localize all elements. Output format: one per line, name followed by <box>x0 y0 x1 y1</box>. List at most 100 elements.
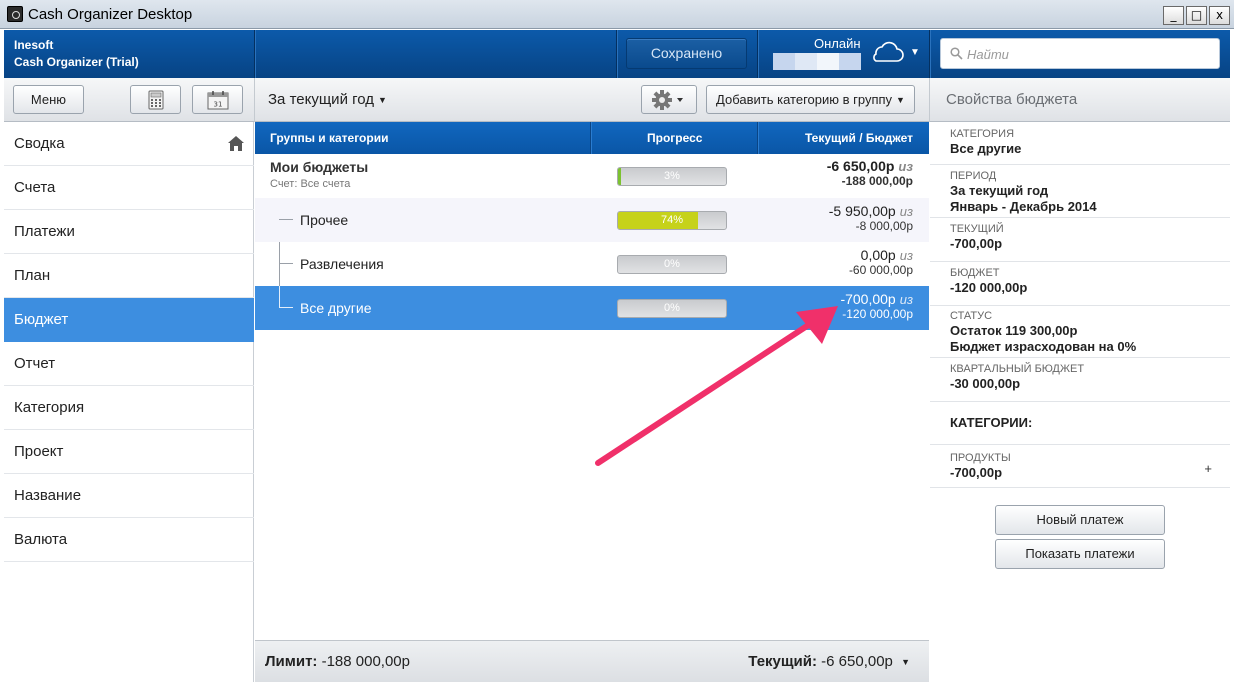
saved-button[interactable]: Сохранено <box>626 38 747 69</box>
property-label: ПЕРИОД <box>950 170 997 182</box>
column-header-current-budget[interactable]: Текущий / Бюджет <box>805 131 913 145</box>
current-summary[interactable]: Текущий: -6 650,00р ▼ <box>748 653 910 670</box>
sidebar-item-label: Отчет <box>14 355 56 372</box>
budget-properties-panel: КАТЕГОРИЯ Все другие ПЕРИОД За текущий г… <box>930 122 1230 682</box>
toolbar-divider <box>929 78 930 122</box>
amount-cell: -700,00р из -120 000,00р <box>840 291 913 321</box>
progress-bar: 74% <box>617 211 727 230</box>
sidebar-item-payments[interactable]: Платежи <box>4 210 254 254</box>
property-value: -700,00р <box>950 465 1003 480</box>
property-value: -700,00р <box>950 236 1003 251</box>
property-budget: БЮДЖЕТ -120 000,00р <box>930 262 1230 306</box>
property-value: -120 000,00р <box>950 280 1028 295</box>
group-subtitle: Счет: Все счета <box>270 178 351 190</box>
sidebar-item-payee[interactable]: Название <box>4 474 254 518</box>
progress-label: 74% <box>660 214 684 226</box>
company-name: Inesoft <box>14 38 54 52</box>
calculator-button[interactable] <box>130 85 181 114</box>
sidebar-item-label: План <box>14 267 51 284</box>
app-header: Inesoft Cash Organizer (Trial) Сохранено… <box>4 30 1230 78</box>
of-word: из <box>899 248 913 263</box>
current-amount: 0,00р из <box>849 247 913 263</box>
sidebar-item-summary[interactable]: Сводка <box>4 122 254 166</box>
show-payments-button[interactable]: Показать платежи <box>995 539 1165 569</box>
property-label: ТЕКУЩИЙ <box>950 223 1004 235</box>
minimize-button[interactable]: _ <box>1163 6 1184 25</box>
annotation-arrow-icon <box>595 306 838 466</box>
menu-button[interactable]: Меню <box>13 85 84 114</box>
search-icon <box>950 47 963 60</box>
column-header-groups[interactable]: Группы и категории <box>270 131 388 145</box>
property-value: Остаток 119 300,00р <box>950 323 1078 338</box>
period-dropdown[interactable]: За текущий год ▼ <box>268 91 387 108</box>
sidebar-item-currency[interactable]: Валюта <box>4 518 254 562</box>
sidebar-item-label: Бюджет <box>14 311 69 328</box>
property-value: За текущий год <box>950 183 1049 198</box>
progress-bar: 3% <box>617 167 727 186</box>
current-value: -5 950,00р <box>828 203 896 219</box>
svg-text:31: 31 <box>213 101 222 109</box>
toolbar-divider <box>254 78 255 122</box>
close-button[interactable]: x <box>1209 6 1230 25</box>
sidebar-item-category[interactable]: Категория <box>4 386 254 430</box>
window-titlebar: Cash Organizer Desktop _ □ x <box>0 0 1234 29</box>
limit-label: Лимит: <box>265 653 318 670</box>
settings-button[interactable] <box>641 85 697 114</box>
cloud-icon[interactable] <box>868 40 904 64</box>
category-name: Все другие <box>300 300 372 316</box>
sidebar-item-label: Категория <box>14 399 85 416</box>
window-title: Cash Organizer Desktop <box>28 6 193 23</box>
brand: Inesoft Cash Organizer (Trial) <box>14 37 139 71</box>
sidebar-item-plan[interactable]: План <box>4 254 254 298</box>
of-word: из <box>899 292 913 307</box>
sidebar-item-budget[interactable]: Бюджет <box>4 298 254 342</box>
new-payment-button[interactable]: Новый платеж <box>995 505 1165 535</box>
sidebar-item-report[interactable]: Отчет <box>4 342 254 386</box>
property-value: Бюджет израсходован на 0% <box>950 339 1137 354</box>
toolbar: Меню 31 За текущий год ▼ Добавить катего… <box>4 78 1230 122</box>
current-value: 0,00р <box>860 247 896 263</box>
header-divider <box>929 30 930 78</box>
expand-icon[interactable]: + <box>1204 461 1212 476</box>
property-category: КАТЕГОРИЯ Все другие <box>930 122 1230 165</box>
sidebar-item-label: Название <box>14 487 82 504</box>
tree-line <box>279 286 280 307</box>
cloud-dropdown-icon[interactable]: ▼ <box>910 47 920 58</box>
table-row[interactable]: Прочее 74% -5 950,00р из -8 000,00р <box>255 198 929 242</box>
current-value: -6 650,00р <box>826 158 895 174</box>
category-item-products[interactable]: ПРОДУКТЫ -700,00р + <box>930 444 1230 488</box>
column-header-progress[interactable]: Прогресс <box>647 131 702 145</box>
search-input[interactable] <box>967 44 1212 64</box>
property-value: -30 000,00р <box>950 376 1021 391</box>
tree-line <box>279 219 293 220</box>
gear-icon <box>652 90 683 110</box>
sidebar-item-project[interactable]: Проект <box>4 430 254 474</box>
product-name: Cash Organizer (Trial) <box>14 55 139 69</box>
search-box[interactable] <box>940 38 1220 69</box>
of-word: из <box>899 204 913 219</box>
limit-value: -188 000,00р <box>321 653 410 670</box>
sidebar-item-label: Валюта <box>14 531 68 548</box>
home-icon[interactable] <box>228 136 244 151</box>
calendar-button[interactable]: 31 <box>192 85 243 114</box>
column-divider <box>590 122 591 154</box>
current-amount: -6 650,00р из <box>827 158 913 174</box>
table-row[interactable]: Мои бюджеты Счет: Все счета 3% -6 650,00… <box>255 154 929 198</box>
period-label: За текущий год <box>268 91 375 108</box>
sidebar-item-accounts[interactable]: Счета <box>4 166 254 210</box>
property-value: Все другие <box>950 141 1022 156</box>
sidebar-item-label: Проект <box>14 443 64 460</box>
add-category-button[interactable]: Добавить категорию в группу ▼ <box>706 85 915 114</box>
table-row[interactable]: Развлечения 0% 0,00р из -60 000,00р <box>255 242 929 286</box>
online-status-blocks <box>773 53 861 70</box>
limit-summary: Лимит: -188 000,00р <box>265 653 410 670</box>
online-label: Онлайн <box>814 36 861 51</box>
maximize-button[interactable]: □ <box>1186 6 1207 25</box>
property-current: ТЕКУЩИЙ -700,00р <box>930 218 1230 262</box>
category-name: Прочее <box>300 212 349 228</box>
sidebar-item-label: Платежи <box>14 223 75 240</box>
budget-amount: -188 000,00р <box>841 174 913 188</box>
column-divider <box>757 122 758 154</box>
header-divider <box>254 30 255 78</box>
progress-label: 3% <box>664 170 680 182</box>
